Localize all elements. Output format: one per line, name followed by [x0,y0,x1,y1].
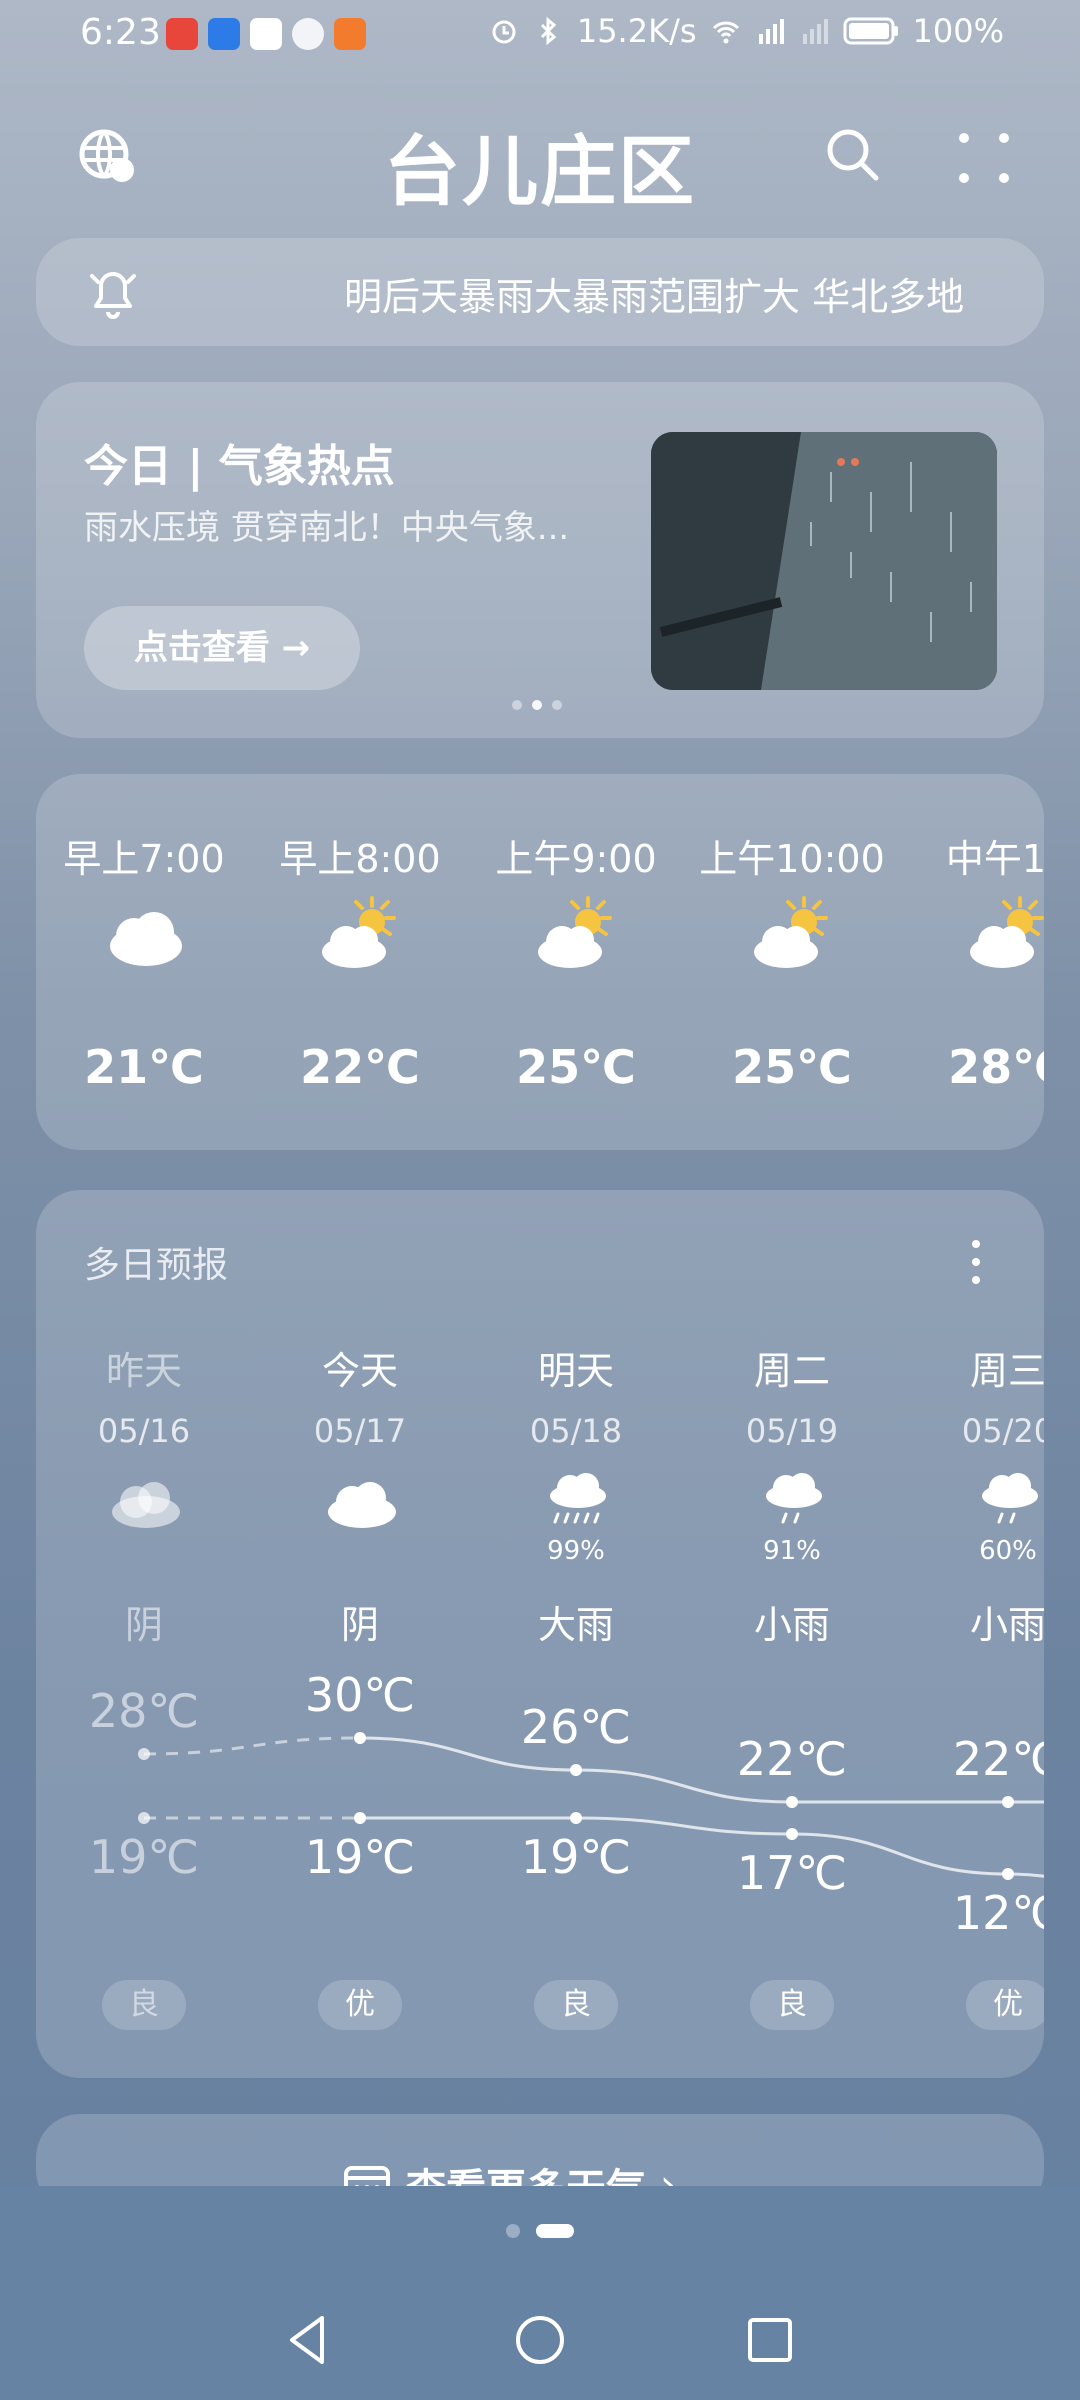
weather-alert-banner[interactable]: 明后天暴雨大暴雨范围扩大 华北多地 [36,238,1044,346]
aqi-badge: 良 [102,1980,186,2030]
battery-icon [843,17,898,45]
page-indicator [0,2224,1080,2238]
back-icon[interactable] [278,2310,338,2370]
carousel-dot-active [532,700,542,710]
5g-signal-icon [758,19,784,44]
shield-app-icon [208,18,240,50]
forecast-day[interactable]: 昨天 05/16 阴 28℃ 19℃ 良 [36,1190,252,2078]
day-date: 05/16 [97,1412,191,1450]
high-temp: 28℃ [88,1684,200,1738]
signal-icon [802,19,828,44]
page-dot [506,2224,520,2238]
aqi-badge: 良 [534,1980,618,2030]
precip-probability: 60% [979,1536,1037,1566]
day-date: 05/19 [745,1412,839,1450]
wifi-icon [712,21,739,44]
search-icon[interactable] [824,126,882,184]
day-date: 05/20 [961,1412,1044,1450]
aqi-badge: 良 [750,1980,834,2030]
hour-time: 早上8:00 [279,837,441,881]
partly-sunny-icon [970,896,1044,968]
home-icon[interactable] [510,2310,570,2370]
day-date: 05/18 [529,1412,623,1450]
aqi-badge: 优 [318,1980,402,2030]
low-temp: 17℃ [736,1846,848,1900]
status-bar: 6:23 15.2K/s 100% [0,0,1080,72]
hour-time: 上午9:00 [495,837,657,881]
net-speed: 15.2K/s [576,12,697,50]
video-app-icon [334,18,366,50]
forecast-day[interactable]: 今天 05/17 阴 30℃ 19℃ 优 [252,1190,468,2078]
low-temp: 12℃ [952,1886,1044,1940]
view-details-button[interactable]: 点击查看 → [84,606,360,690]
status-app-icons [166,18,366,50]
hour-temp: 28℃ [948,1040,1044,1094]
carousel-dots [512,700,562,710]
hot-topic-subtitle: 雨水压境 贯穿南北！中央气象... [84,508,570,548]
low-temp: 19℃ [520,1830,632,1884]
day-name: 周三 [969,1349,1044,1393]
multi-day-forecast-card[interactable]: 多日预报 昨天 05/16 阴 28℃ 19℃ 良 今天 05/17 阴 30℃… [36,1190,1044,2078]
page-dot-active [536,2224,574,2238]
wechat-icon [292,18,324,50]
day-condition: 大雨 [537,1603,614,1647]
partly-sunny-icon [538,896,612,968]
day-condition: 小雨 [969,1603,1044,1647]
day-condition: 小雨 [753,1603,830,1647]
rain-photo-illustration [651,432,997,690]
carousel-dot [552,700,562,710]
bluetooth-icon [540,16,557,46]
hour-temp: 25℃ [732,1040,852,1094]
day-condition: 阴 [340,1603,379,1647]
light-rain-icon [766,1473,822,1524]
precip-probability: 91% [763,1536,821,1566]
overcast-icon [328,1482,396,1528]
light-rain-icon [982,1473,1038,1524]
low-temp: 19℃ [88,1830,200,1884]
hour-time: 上午10:00 [699,837,885,881]
hour-temp: 21℃ [84,1040,204,1094]
precip-probability: 99% [547,1536,605,1566]
day-condition: 阴 [124,1603,163,1647]
aqi-badge: 优 [966,1980,1044,2030]
bell-icon [90,272,136,319]
day-date: 05/17 [313,1412,407,1450]
day-name: 明天 [537,1349,614,1393]
day-name: 昨天 [105,1349,182,1393]
low-temp: 19℃ [304,1830,416,1884]
status-right: 15.2K/s 100% [489,12,1004,50]
forecast-day[interactable]: 周二 05/19 91% 小雨 22℃ 17℃ 良 [684,1190,900,2078]
hot-topic-card[interactable]: 今日 | 气象热点 雨水压境 贯穿南北！中央气象... 点击查看 → [36,382,1044,738]
partly-sunny-icon [322,896,396,968]
forecast-day[interactable]: 周三 05/20 60% 小雨 22℃ 12℃ 优 [900,1190,1044,2078]
hourly-forecast-card[interactable]: 早上7:00 21℃ 早上8:00 22℃ 上午9:00 25℃ 上午10:00… [36,774,1044,1150]
cloudy-icon [110,912,182,966]
baidu-app-icon [250,18,282,50]
heavy-rain-icon [550,1473,606,1524]
forecast-day[interactable]: 明天 05/18 99% 大雨 26℃ 19℃ 良 [468,1190,684,2078]
partly-sunny-icon [754,896,828,968]
hour-time: 早上7:00 [63,837,225,881]
hot-topic-title: 今日 | 气象热点 [84,441,395,492]
day-name: 今天 [321,1349,398,1393]
high-temp: 22℃ [736,1732,848,1786]
battery-level: 100% [912,12,1004,50]
recent-apps-icon[interactable] [740,2310,800,2370]
city-title: 台儿庄区 [384,127,696,216]
hour-temp: 22℃ [300,1040,420,1094]
high-temp: 26℃ [520,1700,632,1754]
huawei-app-icon [166,18,198,50]
day-name: 周二 [753,1349,830,1393]
alarm-icon [492,20,516,44]
alert-text: 明后天暴雨大暴雨范围扩大 华北多地 [344,275,965,319]
rain-window-image[interactable] [651,432,997,690]
carousel-dot [512,700,522,710]
high-temp: 30℃ [304,1668,416,1722]
hour-time: 中午11 [945,837,1044,881]
more-menu-icon[interactable] [956,130,1012,186]
status-time: 6:23 [80,12,161,53]
overcast-icon [112,1482,180,1528]
high-temp: 22℃ [952,1732,1044,1786]
hour-temp: 25℃ [516,1040,636,1094]
